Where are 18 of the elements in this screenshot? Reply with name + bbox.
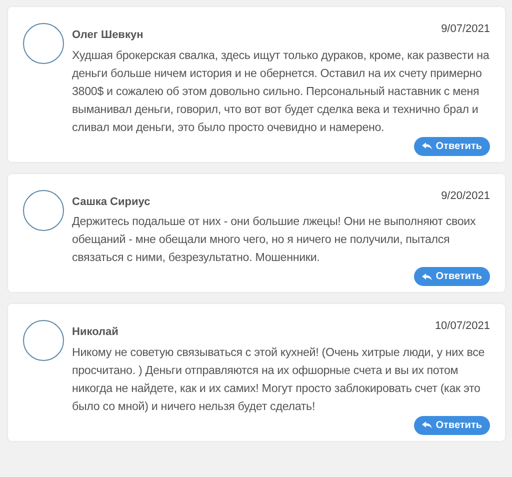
avatar-circle (23, 320, 64, 361)
reply-button[interactable]: Ответить (414, 136, 490, 156)
review-text: Держитесь подальше от них - они большие лжецы! Они не выполняют своих обещаний - мне обещали много чего, но я ничего не получили, пытался связаться с ними, безрезультатно. Мошенники. (72, 214, 477, 266)
review-date: 9/20/2021 (441, 188, 490, 204)
review-text: Худшая брокерская свалка, здесь ищут только дураков, кроме, как развести на деньги больше ничем история и не обернется. Оставил на их счету примерно 3800$ и сожалею об этом довольно сильно. Персональный наставник с меня выманивал деньги, говорил, что вот вот будет сделка века и технично брал и сливал мои деньги, это было просто очевидно и намерено. (72, 48, 490, 136)
avatar-circle (23, 23, 64, 64)
author-name: Николай (72, 325, 118, 340)
reply-arrow-icon (422, 421, 432, 429)
review-date: 10/07/2021 (434, 319, 490, 334)
author-name: Олег Шевкун (72, 28, 144, 43)
reply-arrow-icon (422, 272, 432, 280)
reply-arrow-icon (422, 142, 432, 150)
reply-button[interactable]: Ответить (414, 416, 490, 434)
reply-button[interactable]: Ответить (414, 267, 490, 286)
review-date: 9/07/2021 (441, 22, 490, 37)
author-name: Сашка Сириус (72, 194, 150, 210)
review-text: Никому не советую связываться с этой кухней! (Очень хитрые люди, у них все просчитано. ) Деньги отправляются на их офшорные счета и вы их потом никогда не найдете, как и их самих! Могут просто заблокировать счет (как это было со мной) и ничего нельзя будет сделать! (72, 344, 486, 414)
avatar-circle (23, 190, 64, 230)
